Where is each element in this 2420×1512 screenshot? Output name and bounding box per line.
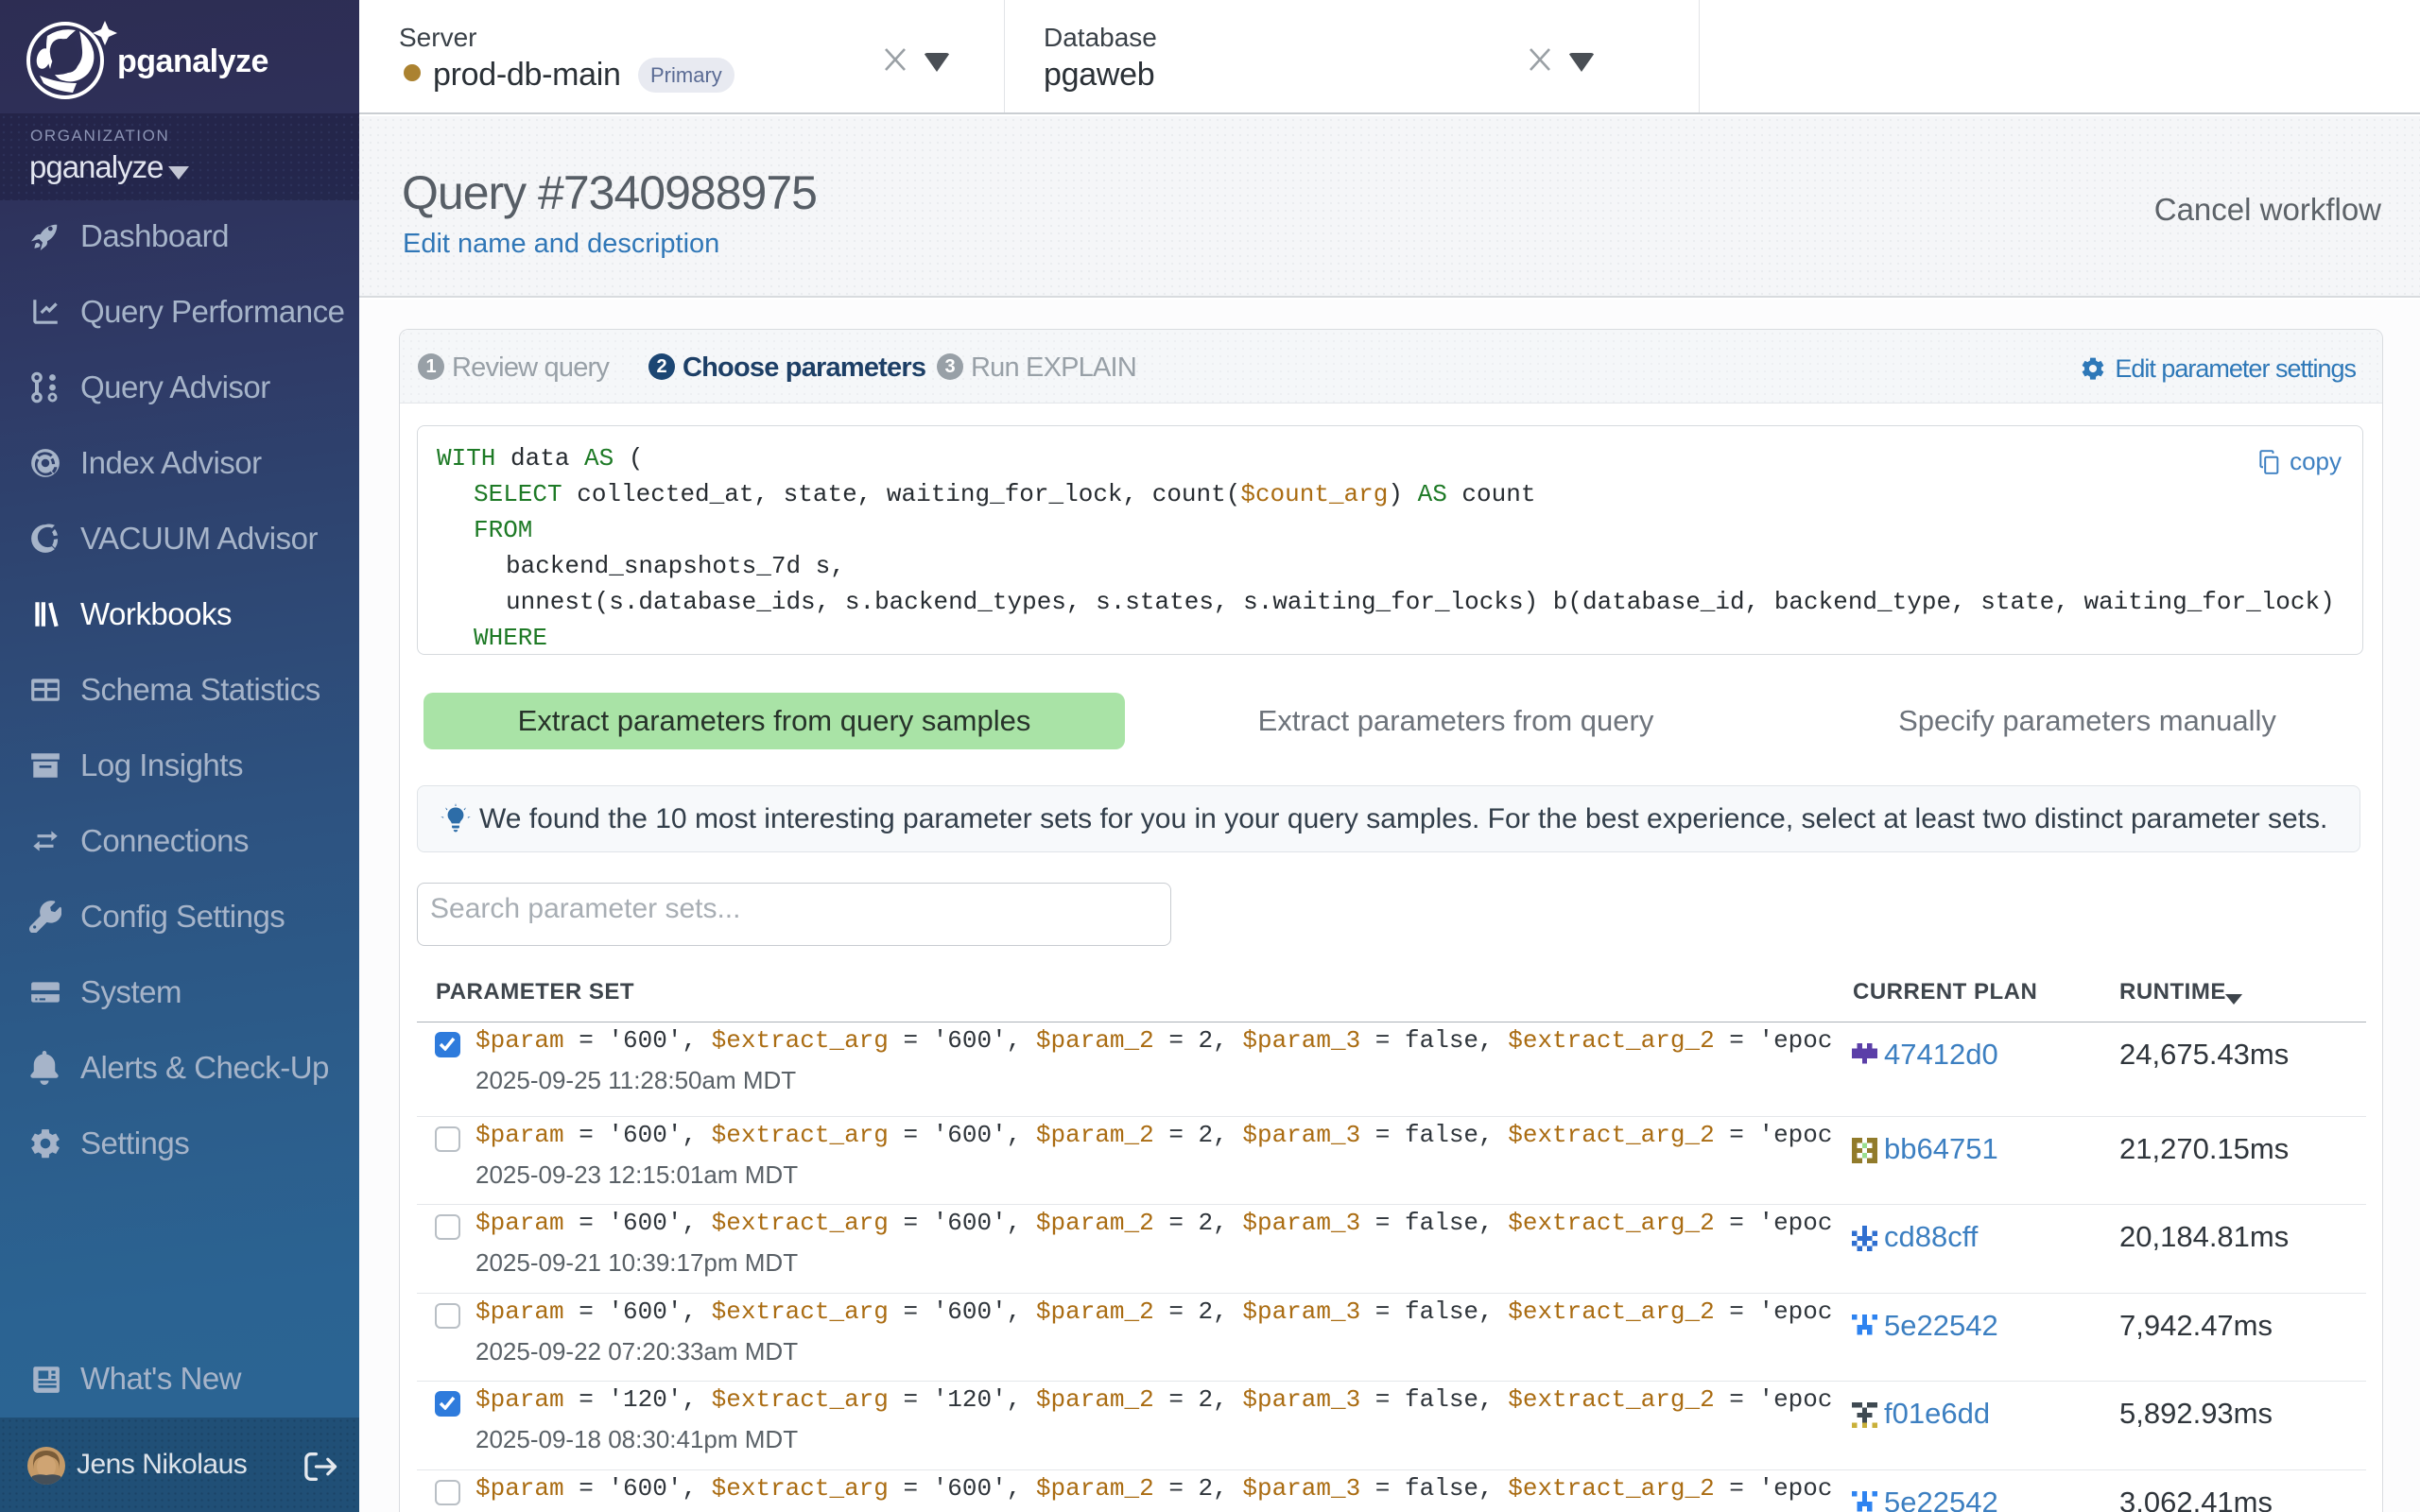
svg-text:pganalyze: pganalyze — [117, 43, 268, 79]
